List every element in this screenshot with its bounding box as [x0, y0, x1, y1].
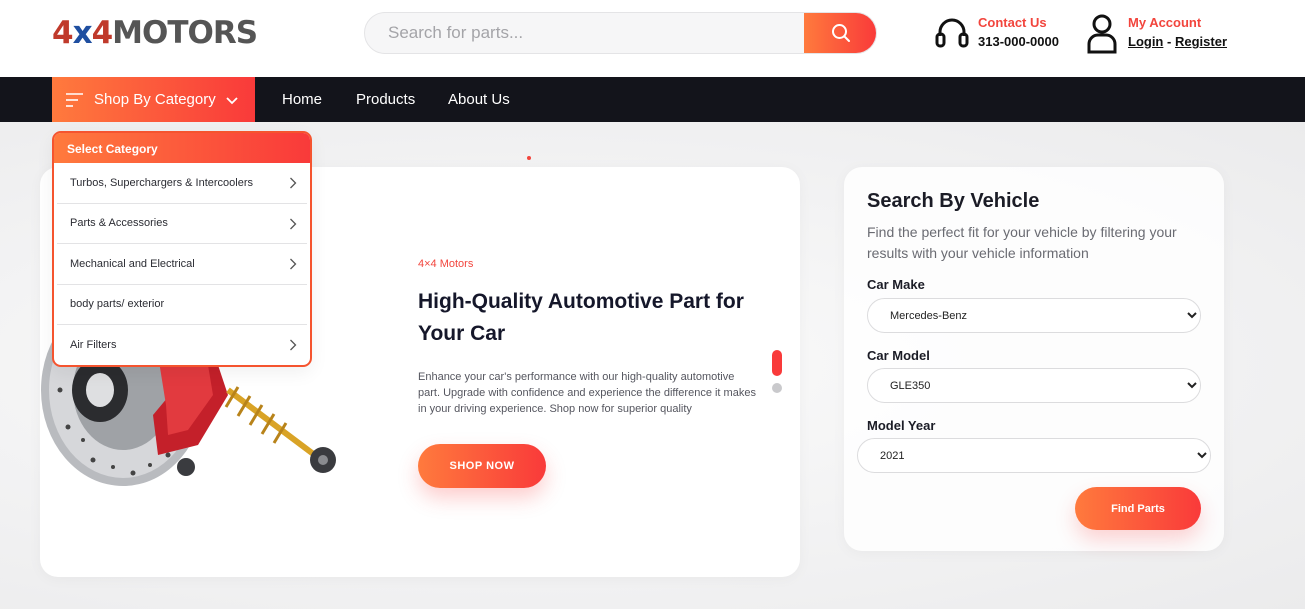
search-icon [831, 24, 850, 42]
vehicle-search-title: Search By Vehicle [867, 190, 1040, 212]
car-make-select[interactable]: Mercedes-Benz [867, 298, 1201, 333]
chevron-down-icon [226, 96, 238, 104]
site-logo[interactable]: 4x4MOTORS [52, 14, 280, 52]
category-item-label: Turbos, Superchargers & Intercoolers [70, 176, 254, 189]
find-parts-button[interactable]: Find Parts [1075, 487, 1201, 530]
category-item-body-parts[interactable]: body parts/ exterior [57, 285, 307, 325]
login-link[interactable]: Login [1128, 34, 1163, 49]
chevron-right-icon [290, 258, 297, 270]
category-dropdown: Select Category Turbos, Superchargers & … [52, 131, 312, 367]
category-item-parts-accessories[interactable]: Parts & Accessories [57, 204, 307, 244]
category-item-mechanical-electrical[interactable]: Mechanical and Electrical [57, 244, 307, 285]
site-header: 4x4MOTORS Contact Us 313-000-0000 My Ac [0, 0, 1305, 77]
category-item-label: Air Filters [70, 339, 117, 352]
hero-brand-tag: 4×4 Motors [418, 258, 474, 270]
category-item-label: body parts/ exterior [70, 298, 165, 311]
nav-link-about-us[interactable]: About Us [448, 77, 510, 122]
decorative-dot [527, 156, 531, 160]
hero-description: Enhance your car's performance with our … [418, 371, 756, 415]
slider-dot-active[interactable] [772, 350, 782, 376]
search-bar [364, 12, 877, 54]
category-item-label: Mechanical and Electrical [70, 257, 195, 270]
user-icon [1087, 14, 1117, 54]
contact-phone[interactable]: 313-000-0000 [978, 31, 1059, 52]
logo-text: 4x4MOTORS [52, 15, 258, 51]
nav-link-products[interactable]: Products [356, 77, 415, 122]
contact-block: Contact Us 313-000-0000 [934, 14, 1059, 52]
category-button-label: Shop By Category [94, 91, 216, 108]
account-links: Login - Register [1128, 31, 1227, 52]
headset-icon [935, 18, 969, 48]
slider-dot[interactable] [772, 383, 782, 393]
chevron-right-icon [290, 339, 297, 351]
car-model-label: Car Model [867, 348, 930, 363]
category-item-turbos[interactable]: Turbos, Superchargers & Intercoolers [57, 163, 307, 204]
hero-title: High-Quality Automotive Part for Your Ca… [418, 290, 744, 345]
car-model-select[interactable]: GLE350 [867, 368, 1201, 403]
category-item-air-filters[interactable]: Air Filters [57, 325, 307, 365]
account-block: My Account Login - Register [1087, 14, 1227, 54]
main-nav: Shop By Category Home Products About Us [0, 77, 1305, 122]
account-title: My Account [1128, 15, 1202, 30]
vehicle-search-description: Find the perfect fit for your vehicle by… [867, 224, 1177, 261]
category-list: Turbos, Superchargers & Intercoolers Par… [57, 163, 307, 365]
chevron-right-icon [290, 218, 297, 229]
account-separator: - [1167, 34, 1172, 49]
register-link[interactable]: Register [1175, 34, 1227, 49]
contact-title: Contact Us [978, 15, 1047, 30]
category-item-label: Parts & Accessories [70, 217, 168, 230]
search-button[interactable] [804, 13, 876, 53]
car-make-label: Car Make [867, 277, 925, 292]
model-year-select[interactable]: 2021 [857, 438, 1211, 473]
chevron-right-icon [290, 177, 297, 189]
search-input[interactable] [365, 13, 805, 53]
shop-now-button[interactable]: SHOP NOW [418, 444, 546, 488]
category-dropdown-title: Select Category [54, 133, 310, 163]
menu-icon [66, 92, 83, 107]
model-year-label: Model Year [867, 418, 936, 433]
nav-link-home[interactable]: Home [282, 77, 322, 122]
shop-by-category-button[interactable]: Shop By Category [52, 77, 255, 122]
